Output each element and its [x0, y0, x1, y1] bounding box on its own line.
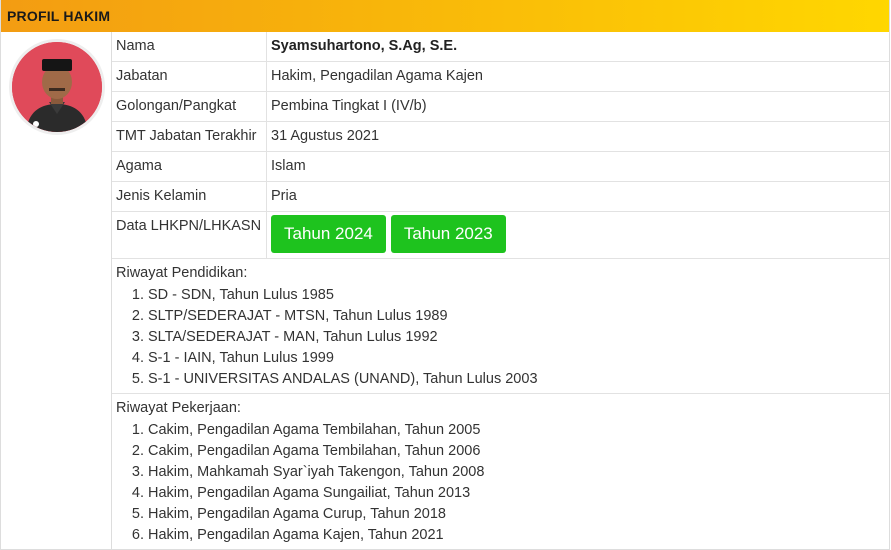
- judge-portrait-icon: [12, 42, 102, 132]
- profile-row-jenis-kelamin: Jenis Kelamin Pria: [112, 182, 889, 212]
- list-item: SLTP/SEDERAJAT - MTSN, Tahun Lulus 1989: [148, 306, 889, 327]
- pekerjaan-list: Cakim, Pengadilan Agama Tembilahan, Tahu…: [116, 420, 889, 546]
- row-value: 31 Agustus 2021: [271, 128, 380, 144]
- section-title: Riwayat Pendidikan:: [116, 265, 248, 281]
- list-item: SD - SDN, Tahun Lulus 1985: [148, 285, 889, 306]
- row-value: Pria: [271, 188, 297, 204]
- list-item: Hakim, Pengadilan Agama Sungailiat, Tahu…: [148, 483, 889, 504]
- profile-row-golongan: Golongan/Pangkat Pembina Tingkat I (IV/b…: [112, 92, 889, 122]
- riwayat-pendidikan-section: Riwayat Pendidikan: SD - SDN, Tahun Lulu…: [112, 259, 889, 394]
- profile-row-tmt: TMT Jabatan Terakhir 31 Agustus 2021: [112, 122, 889, 152]
- photo-column: [1, 32, 112, 550]
- list-item: Hakim, Mahkamah Syar`iyah Takengon, Tahu…: [148, 462, 889, 483]
- list-item: S-1 - UNIVERSITAS ANDALAS (UNAND), Tahun…: [148, 369, 889, 390]
- lhkpn-2024-button[interactable]: Tahun 2024: [271, 215, 386, 253]
- list-item: Hakim, Pengadilan Agama Curup, Tahun 201…: [148, 504, 889, 525]
- pendidikan-list: SD - SDN, Tahun Lulus 1985 SLTP/SEDERAJA…: [116, 285, 889, 390]
- row-label: Jenis Kelamin: [112, 182, 267, 211]
- row-value: Syamsuhartono, S.Ag, S.E.: [271, 38, 458, 54]
- panel-title: PROFIL HAKIM: [1, 0, 889, 32]
- profile-row-agama: Agama Islam: [112, 152, 889, 182]
- row-label: Nama: [112, 32, 267, 61]
- row-value: Hakim, Pengadilan Agama Kajen: [271, 68, 483, 84]
- row-label: TMT Jabatan Terakhir: [112, 122, 267, 151]
- row-label: Golongan/Pangkat: [112, 92, 267, 121]
- lhkpn-2023-button[interactable]: Tahun 2023: [390, 215, 506, 253]
- avatar: [9, 39, 105, 135]
- profile-row-nama: Nama Syamsuhartono, S.Ag, S.E.: [112, 32, 889, 62]
- row-value: Pembina Tingkat I (IV/b): [271, 98, 427, 114]
- profile-row-lhkpn: Data LHKPN/LHKASN Tahun 2024 Tahun 2023: [112, 212, 889, 259]
- list-item: Cakim, Pengadilan Agama Tembilahan, Tahu…: [148, 420, 889, 441]
- profile-table: Nama Syamsuhartono, S.Ag, S.E. Jabatan H…: [112, 32, 889, 548]
- row-label: Jabatan: [112, 62, 267, 91]
- lhkpn-buttons: Tahun 2024 Tahun 2023: [267, 212, 889, 258]
- list-item: SLTA/SEDERAJAT - MAN, Tahun Lulus 1992: [148, 327, 889, 348]
- section-title: Riwayat Pekerjaan:: [116, 400, 241, 416]
- riwayat-pekerjaan-section: Riwayat Pekerjaan: Cakim, Pengadilan Aga…: [112, 394, 889, 548]
- panel-body: Nama Syamsuhartono, S.Ag, S.E. Jabatan H…: [1, 32, 889, 550]
- profile-row-jabatan: Jabatan Hakim, Pengadilan Agama Kajen: [112, 62, 889, 92]
- row-label: Data LHKPN/LHKASN: [112, 212, 267, 258]
- list-item: Cakim, Pengadilan Agama Tembilahan, Tahu…: [148, 441, 889, 462]
- row-label: Agama: [112, 152, 267, 181]
- profil-hakim-panel: PROFIL HAKIM Nama Syamsuhartono, S.Ag, S…: [0, 0, 890, 550]
- row-value: Islam: [271, 158, 306, 174]
- list-item: S-1 - IAIN, Tahun Lulus 1999: [148, 348, 889, 369]
- list-item: Hakim, Pengadilan Agama Kajen, Tahun 202…: [148, 525, 889, 546]
